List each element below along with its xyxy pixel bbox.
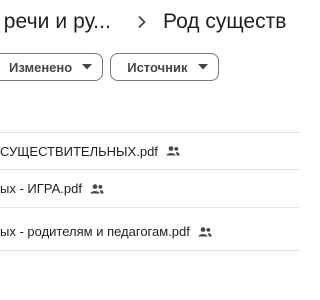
shared-people-icon <box>90 183 104 194</box>
shared-people-icon <box>198 226 212 237</box>
file-name: ых - родителям и педагогам.pdf <box>0 224 190 239</box>
drive-page: е речи и ру... Род существ Изменено Исто… <box>0 0 300 300</box>
file-row[interactable]: СУЩЕСТВИТЕЛЬНЫХ.pdf <box>0 132 300 170</box>
source-filter-label: Источник <box>127 59 188 75</box>
shared-people-icon <box>166 146 180 156</box>
source-filter-button[interactable]: Источник <box>110 53 219 81</box>
breadcrumb: е речи и ру... Род существ <box>0 6 286 38</box>
filter-chips: Изменено Источник <box>0 53 219 81</box>
modified-filter-button[interactable]: Изменено <box>0 53 104 81</box>
breadcrumb-current-folder[interactable]: Род существ <box>163 10 286 34</box>
modified-filter-label: Изменено <box>9 59 73 75</box>
file-row[interactable]: ых - ИГРА.pdf <box>0 170 300 208</box>
dropdown-arrow-icon <box>82 64 93 70</box>
dropdown-arrow-icon <box>197 64 208 70</box>
chevron-right-icon <box>127 15 157 29</box>
file-row[interactable]: ых - родителям и педагогам.pdf <box>0 213 300 251</box>
file-name: ых - ИГРА.pdf <box>0 181 82 196</box>
breadcrumb-parent-folder[interactable]: е речи и ру... <box>0 10 111 34</box>
file-name: СУЩЕСТВИТЕЛЬНЫХ.pdf <box>0 143 158 159</box>
